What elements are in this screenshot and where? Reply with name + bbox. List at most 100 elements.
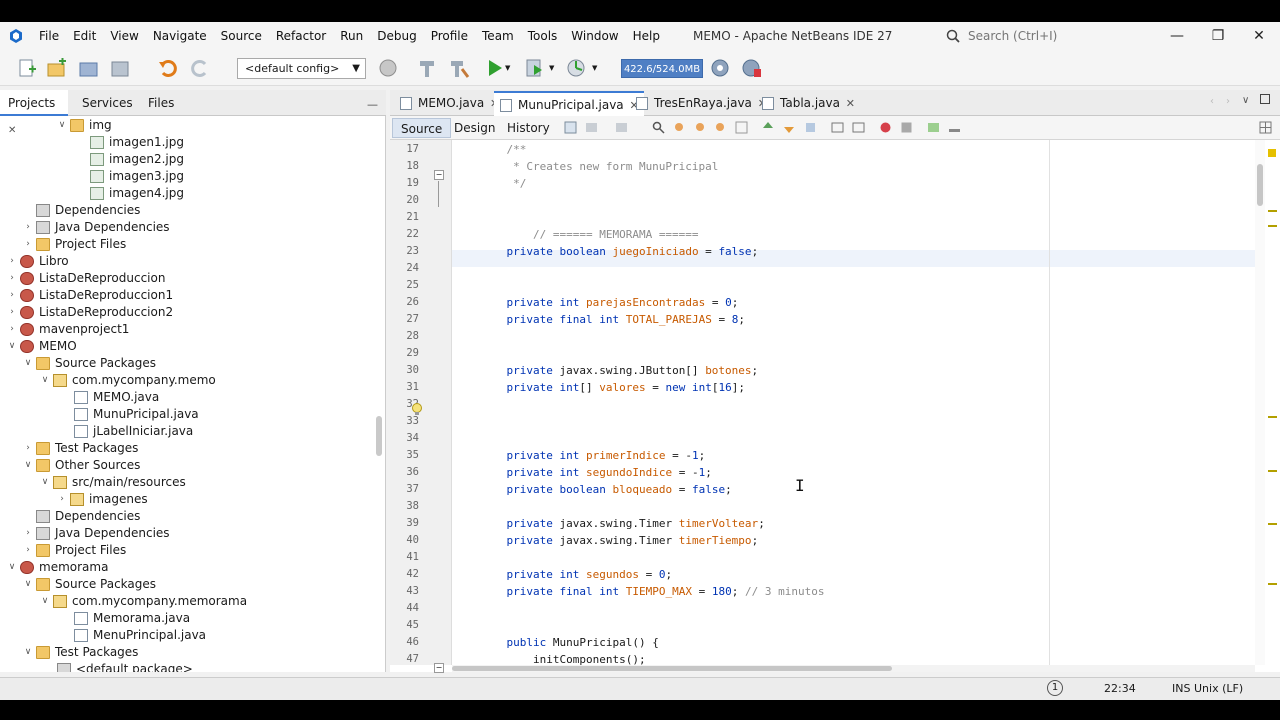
- scroll-tabs-left-icon[interactable]: ‹: [1210, 96, 1214, 107]
- code-line[interactable]: public MunuPricipal() {: [480, 634, 659, 651]
- comment-icon[interactable]: [927, 121, 940, 134]
- tree-item[interactable]: MunuPricipal.java: [72, 406, 199, 423]
- hint-mark[interactable]: [1268, 225, 1277, 227]
- tab-munupricipal-java[interactable]: MunuPricipal.java ✕: [494, 91, 644, 116]
- fold-collapse-icon[interactable]: −: [434, 663, 444, 673]
- tree-item[interactable]: ∨ com.mycompany.memo: [39, 372, 216, 389]
- tree-item[interactable]: › Test Packages: [22, 440, 138, 457]
- restore-icon[interactable]: ❐: [1208, 26, 1228, 46]
- tree-item[interactable]: › mavenproject1: [6, 321, 129, 338]
- fold-collapse-icon[interactable]: −: [434, 170, 444, 180]
- forward-icon[interactable]: [615, 121, 628, 134]
- menu-file[interactable]: File: [32, 29, 66, 43]
- hint-mark[interactable]: [1268, 416, 1277, 418]
- tree-item[interactable]: › Libro: [6, 253, 69, 270]
- tree-item[interactable]: › ListaDeReproduccion: [6, 270, 165, 287]
- tree-item[interactable]: ∨ Source Packages: [22, 576, 156, 593]
- scroll-thumb[interactable]: [1257, 164, 1263, 206]
- find-selection-icon[interactable]: [714, 121, 727, 134]
- menu-edit[interactable]: Edit: [66, 29, 103, 43]
- tab-tabla-java[interactable]: Tabla.java ✕: [756, 91, 860, 116]
- tree-item[interactable]: Memorama.java: [72, 610, 190, 627]
- collapsed-toggle-icon[interactable]: ›: [22, 525, 34, 542]
- expanded-toggle-icon[interactable]: ∨: [22, 644, 34, 661]
- tree-item[interactable]: ∨ Test Packages: [22, 644, 138, 661]
- last-edit-icon[interactable]: [564, 121, 577, 134]
- tab-memo-java[interactable]: MEMO.java✕: [394, 91, 504, 116]
- expanded-toggle-icon[interactable]: ∨: [39, 474, 51, 491]
- tree-item[interactable]: › ListaDeReproduccion1: [6, 287, 173, 304]
- menu-window[interactable]: Window: [564, 29, 625, 43]
- line-ending[interactable]: Unix (LF): [1194, 682, 1243, 695]
- code-line[interactable]: private int segundos = 0;: [480, 566, 673, 583]
- code-line[interactable]: private final int TIEMPO_MAX = 180; // 3…: [480, 583, 825, 600]
- view-tab-design[interactable]: Design: [446, 118, 503, 138]
- menu-refactor[interactable]: Refactor: [269, 29, 333, 43]
- menu-team[interactable]: Team: [475, 29, 521, 43]
- tree-item[interactable]: ∨ src/main/resources: [39, 474, 186, 491]
- status-marker-icon[interactable]: [1268, 149, 1276, 157]
- minimize-panel-icon[interactable]: —: [367, 98, 378, 111]
- run-icon[interactable]: [484, 57, 506, 79]
- toggle-highlight-icon[interactable]: [735, 121, 748, 134]
- hint-mark[interactable]: [1268, 583, 1277, 585]
- collapsed-toggle-icon[interactable]: ›: [22, 440, 34, 457]
- tree-item[interactable]: ∨ MEMO: [6, 338, 77, 355]
- lightbulb-hint-icon[interactable]: [410, 402, 424, 416]
- collapsed-toggle-icon[interactable]: ›: [6, 270, 18, 287]
- menu-source[interactable]: Source: [214, 29, 269, 43]
- shift-right-icon[interactable]: [852, 121, 865, 134]
- tree-item[interactable]: Dependencies: [22, 508, 140, 525]
- tab-files[interactable]: Files: [140, 90, 182, 116]
- tree-item[interactable]: ∨ com.mycompany.memorama: [39, 593, 247, 610]
- tree-item[interactable]: imagen4.jpg: [88, 185, 184, 202]
- maximize-editor-icon[interactable]: [1260, 94, 1270, 104]
- tree-item[interactable]: MEMO.java: [72, 389, 159, 406]
- tree-item[interactable]: <default package>: [55, 661, 193, 672]
- collapsed-toggle-icon[interactable]: ›: [22, 236, 34, 253]
- expanded-toggle-icon[interactable]: ∨: [39, 593, 51, 610]
- tree-item[interactable]: ∨ Other Sources: [22, 457, 140, 474]
- tree-item[interactable]: ∨ memorama: [6, 559, 108, 576]
- profile-dropdown-icon[interactable]: ▼: [592, 64, 597, 72]
- tree-item[interactable]: › Project Files: [22, 236, 126, 253]
- code-area[interactable]: /** * Creates new form MunuPricipal */ /…: [452, 140, 1255, 665]
- tree-item[interactable]: › Java Dependencies: [22, 525, 170, 542]
- profiler-snapshot-icon[interactable]: [741, 57, 763, 79]
- redo-icon[interactable]: [189, 57, 211, 79]
- run-dropdown-icon[interactable]: ▼: [505, 64, 510, 72]
- expanded-toggle-icon[interactable]: ∨: [56, 117, 68, 134]
- view-tab-source[interactable]: Source: [392, 118, 452, 138]
- code-line[interactable]: initComponents();: [480, 651, 646, 665]
- editor-vertical-scrollbar[interactable]: [1255, 140, 1265, 665]
- code-line[interactable]: private boolean juegoIniciado = false;: [480, 243, 759, 260]
- tree-item[interactable]: jLabelIniciar.java: [72, 423, 193, 440]
- code-line[interactable]: private int primerIndice = -1;: [480, 447, 706, 464]
- scroll-tabs-right-icon[interactable]: ›: [1226, 96, 1230, 107]
- memory-usage-bar[interactable]: 422.6/524.0MB: [621, 59, 703, 78]
- tree-item[interactable]: › ListaDeReproduccion2: [6, 304, 173, 321]
- code-line[interactable]: /**: [480, 141, 526, 158]
- config-dropdown[interactable]: <default config> ▼: [237, 58, 366, 79]
- hint-mark[interactable]: [1268, 210, 1277, 212]
- tree-item[interactable]: › Java Dependencies: [22, 219, 170, 236]
- expanded-toggle-icon[interactable]: ∨: [6, 338, 18, 355]
- code-line[interactable]: private javax.swing.Timer timerVoltear;: [480, 515, 765, 532]
- view-tab-history[interactable]: History: [499, 118, 558, 138]
- split-editor-icon[interactable]: [1259, 121, 1272, 134]
- collapsed-toggle-icon[interactable]: ›: [22, 219, 34, 236]
- toggle-bookmark-icon[interactable]: [804, 121, 817, 134]
- tree-item[interactable]: ∨ img: [56, 117, 112, 134]
- tree-item[interactable]: imagen2.jpg: [88, 151, 184, 168]
- tree-item[interactable]: MenuPrincipal.java: [72, 627, 206, 644]
- code-line[interactable]: */: [480, 175, 526, 192]
- previous-bookmark-icon[interactable]: [762, 121, 775, 134]
- code-line[interactable]: private javax.swing.JButton[] botones;: [480, 362, 759, 379]
- expanded-toggle-icon[interactable]: ∨: [39, 372, 51, 389]
- close-tab-icon[interactable]: ✕: [846, 91, 855, 116]
- collapsed-toggle-icon[interactable]: ›: [6, 287, 18, 304]
- code-line[interactable]: // ====== MEMORAMA ======: [480, 226, 699, 243]
- close-project-icon[interactable]: [110, 57, 132, 79]
- collapsed-toggle-icon[interactable]: ›: [56, 491, 68, 508]
- hint-mark[interactable]: [1268, 470, 1277, 472]
